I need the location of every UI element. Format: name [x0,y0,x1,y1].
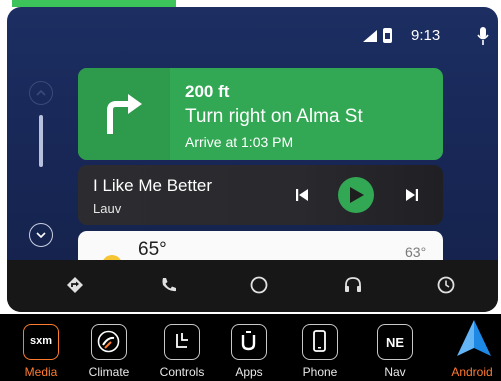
media-card[interactable]: I Like Me Better Lauv [78,165,443,225]
play-button[interactable] [338,177,374,213]
dock-climate[interactable]: Climate [80,318,138,381]
mic-icon[interactable] [477,27,489,45]
dock-label-nav: Nav [384,365,406,379]
seat-icon [176,333,188,348]
status-bar: 9:13 [7,7,498,47]
fan-icon [97,330,120,353]
sxm-icon: sxm [23,324,59,360]
headphones-icon[interactable] [343,275,363,295]
current-temperature: 65° [138,239,167,260]
nav-arrival-time: Arrive at 1:03 PM [185,134,294,150]
dock-label-climate: Climate [88,365,130,379]
nav-heading-text: NE [385,335,405,350]
turn-right-icon [107,94,142,134]
navigation-card[interactable]: 200 ft Turn right on Alma St Arrive at 1… [78,68,443,160]
low-temperature: 63° [405,244,427,260]
android-auto-nav-bar [7,260,498,312]
scroll-up-button[interactable] [29,81,53,105]
compass-icon: NE [377,324,413,360]
next-icon[interactable] [403,186,421,204]
dock-label-phone: Phone [302,365,338,379]
top-accent-bar [12,0,176,7]
dock-label-controls: Controls [159,365,205,379]
scroll-indicator[interactable] [39,115,43,167]
climate-icon [91,324,127,360]
dock-nav[interactable]: NE Nav [366,318,424,381]
dock-label-android: Android [451,365,493,379]
play-icon [350,187,364,203]
track-title: I Like Me Better [93,176,213,195]
dock-label-apps: Apps [235,365,263,379]
phone-tile-icon [302,324,338,360]
smartphone-icon [313,330,326,352]
signal-icon [363,30,377,42]
track-artist: Lauv [93,201,122,216]
dock-media[interactable]: sxm Media [12,318,70,381]
home-icon[interactable] [249,275,269,295]
dock-phone[interactable]: Phone [291,318,349,381]
vehicle-dock: sxm Media Climate Controls Apps Phone NE… [0,314,501,381]
android-auto-logo-icon[interactable] [457,320,491,358]
sxm-tile-text: sxm [29,335,53,347]
turn-indicator [78,68,170,160]
navigation-icon[interactable] [65,275,85,295]
apps-icon [231,324,267,360]
chevron-up-icon [36,89,46,96]
clock: 9:13 [411,27,441,44]
nav-distance: 200 ft [185,82,230,101]
scroll-down-button[interactable] [29,223,53,247]
previous-icon[interactable] [293,186,311,204]
phone-icon[interactable] [159,275,179,295]
dock-controls[interactable]: Controls [153,318,211,381]
controls-icon [164,324,200,360]
battery-icon [383,28,392,43]
dock-apps[interactable]: Apps [220,318,278,381]
nav-instruction: Turn right on Alma St [185,106,363,127]
recent-icon[interactable] [436,275,456,295]
chevron-down-icon [36,232,46,239]
uconnect-icon [241,331,256,351]
dock-label-media: Media [24,365,58,379]
